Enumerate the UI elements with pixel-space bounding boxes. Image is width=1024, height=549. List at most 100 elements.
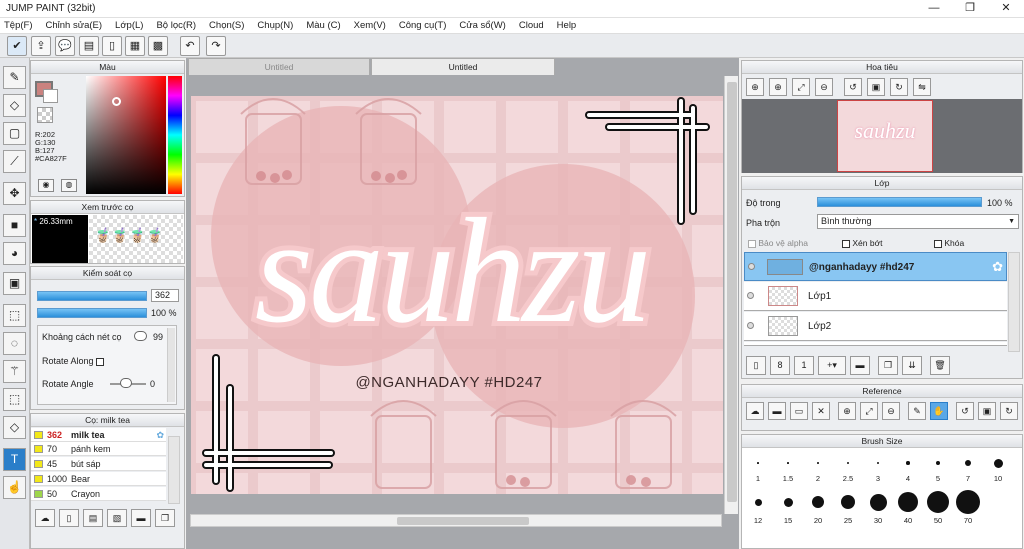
brush-size-dot[interactable]: [876, 461, 880, 465]
cloud-upload-icon[interactable]: ☁: [746, 402, 764, 420]
color-picker-cursor[interactable]: [112, 97, 121, 106]
zoom-out-icon[interactable]: ⊖: [815, 78, 833, 96]
brush-size-dot[interactable]: [906, 461, 910, 465]
comment-icon[interactable]: ▤: [79, 36, 99, 56]
brush-size-dot[interactable]: [757, 462, 759, 464]
ref-zoom-out-icon[interactable]: ⊖: [882, 402, 900, 420]
canvas-horizontal-scrollbar[interactable]: [190, 514, 722, 527]
zoom-in-icon[interactable]: ⊕: [746, 78, 764, 96]
pen-tool-icon[interactable]: ⟋: [3, 150, 26, 173]
undo-icon[interactable]: ↶: [180, 36, 200, 56]
menu-cloud[interactable]: Cloud: [519, 20, 544, 31]
fill-rect-tool-icon[interactable]: ■: [3, 214, 26, 237]
brush-settings-icon[interactable]: ▧: [107, 509, 127, 527]
brush-size-dot[interactable]: [956, 490, 980, 514]
ref-reset-icon[interactable]: ▣: [978, 402, 996, 420]
brush-tool-icon[interactable]: ✎: [3, 66, 26, 89]
gear-icon[interactable]: ✿: [992, 259, 1003, 275]
brush-size-dot[interactable]: [927, 491, 949, 513]
layer-opacity-slider[interactable]: [817, 197, 982, 207]
eye-icon[interactable]: [747, 322, 754, 329]
layer-row[interactable]: @nganhadayy #hd247 ✿: [744, 252, 1007, 281]
speech-icon[interactable]: 💬: [55, 36, 75, 56]
tab-untitled-2[interactable]: Untitled: [371, 58, 555, 75]
rotate-angle-slider[interactable]: [120, 378, 132, 388]
ref-zoom-in-icon[interactable]: ⊕: [838, 402, 856, 420]
rotate-along-checkbox[interactable]: [96, 357, 105, 366]
brush-size-dot[interactable]: [783, 497, 793, 507]
brush-size-slider[interactable]: [37, 291, 147, 301]
reset-view-icon[interactable]: ▣: [867, 78, 885, 96]
close-reference-icon[interactable]: ✕: [812, 402, 830, 420]
protect-alpha-checkbox[interactable]: [748, 239, 756, 248]
grid-icon[interactable]: ▩: [148, 36, 168, 56]
brush-item[interactable]: 45 bút sáp: [31, 457, 166, 471]
palette-icon[interactable]: ◉: [38, 179, 54, 192]
tab-untitled-1[interactable]: Untitled: [188, 58, 370, 75]
navigator-view[interactable]: sauhzu: [742, 99, 1022, 173]
ref-rotate-right-icon[interactable]: ↻: [1000, 402, 1018, 420]
new-brush-icon[interactable]: ▯: [59, 509, 79, 527]
clip-checkbox[interactable]: [842, 239, 850, 248]
layer-row[interactable]: Lớp1: [744, 282, 1007, 311]
menu-capture[interactable]: Chụp(N): [257, 20, 293, 31]
zoom-plus-icon[interactable]: ⊕: [769, 78, 787, 96]
ref-hand-icon[interactable]: ✋: [930, 402, 948, 420]
select-rect-icon[interactable]: ⬚: [3, 304, 26, 327]
menu-edit[interactable]: Chỉnh sửa(E): [46, 20, 103, 31]
brush-size-dot[interactable]: [841, 495, 855, 509]
eraser-tool-icon[interactable]: ◇: [3, 94, 26, 117]
canvas-vertical-scrollbar[interactable]: [724, 76, 738, 514]
operation-tool-icon[interactable]: ☝: [3, 476, 26, 499]
document-icon[interactable]: ▦: [125, 36, 145, 56]
spacing-slider[interactable]: [134, 331, 147, 341]
new-layer-icon[interactable]: ▯: [746, 356, 766, 375]
lasso-tool-icon[interactable]: ◌: [3, 332, 26, 355]
layer-row[interactable]: Lớp2: [744, 312, 1007, 341]
rotate-left-icon[interactable]: ↺: [844, 78, 862, 96]
merge-layer-icon[interactable]: ⇊: [902, 356, 922, 375]
rotate-right-icon[interactable]: ↻: [890, 78, 908, 96]
eye-icon[interactable]: [747, 292, 754, 299]
select-eraser-icon[interactable]: ◇: [3, 416, 26, 439]
brush-item[interactable]: 50 Crayon: [31, 487, 166, 501]
menu-select[interactable]: Chọn(S): [209, 20, 244, 31]
brush-size-dot[interactable]: [935, 460, 941, 466]
menu-file[interactable]: Tệp(F): [4, 20, 33, 31]
ref-eyedropper-icon[interactable]: ✎: [908, 402, 926, 420]
brush-copy-icon[interactable]: ❐: [155, 509, 175, 527]
layers-scrollbar[interactable]: [1008, 252, 1020, 352]
menu-view[interactable]: Xem(V): [354, 20, 386, 31]
ref-fit-icon[interactable]: ⤢: [860, 402, 878, 420]
brush-item[interactable]: 1000 Bear: [31, 472, 166, 486]
bucket-tool-icon[interactable]: ◕: [3, 242, 26, 265]
menu-color[interactable]: Màu (C): [306, 20, 340, 31]
blend-mode-select[interactable]: Bình thường ▼: [817, 214, 1019, 229]
export-icon[interactable]: ⇪: [31, 36, 51, 56]
add-layer-menu-icon[interactable]: +▾: [818, 356, 846, 375]
hue-slider[interactable]: [168, 76, 182, 194]
check-icon[interactable]: ✔: [7, 36, 27, 56]
restore-icon[interactable]: ❐: [954, 0, 986, 17]
lock-checkbox[interactable]: [934, 239, 942, 248]
gradient-tool-icon[interactable]: ▣: [3, 272, 26, 295]
brush-cloud-icon[interactable]: ☁: [35, 509, 55, 527]
folder-icon[interactable]: ▬: [850, 356, 870, 375]
brush-opacity-slider[interactable]: [37, 308, 147, 318]
brush-size-dot[interactable]: [869, 493, 887, 511]
close-icon[interactable]: ✕: [990, 0, 1022, 17]
artwork-canvas[interactable]: sauhzu @NGANHADAYY #HD247: [191, 96, 723, 494]
brush-size-dot[interactable]: [993, 458, 1003, 468]
redo-icon[interactable]: ↷: [206, 36, 226, 56]
page-icon[interactable]: ▯: [102, 36, 122, 56]
brush-item[interactable]: 70 pánh kem: [31, 442, 166, 456]
text-tool-icon[interactable]: T: [3, 448, 26, 471]
rectangle-tool-icon[interactable]: ▢: [3, 122, 26, 145]
brush-list-scrollbar[interactable]: [168, 436, 180, 504]
fit-screen-icon[interactable]: ⤢: [792, 78, 810, 96]
open-folder-icon[interactable]: ▬: [768, 402, 786, 420]
ref-rotate-icon[interactable]: ↺: [956, 402, 974, 420]
brush-size-dot[interactable]: [846, 461, 850, 465]
new-layer-1bit-icon[interactable]: 1: [794, 356, 814, 375]
eyedropper-icon[interactable]: ◍: [61, 179, 77, 192]
